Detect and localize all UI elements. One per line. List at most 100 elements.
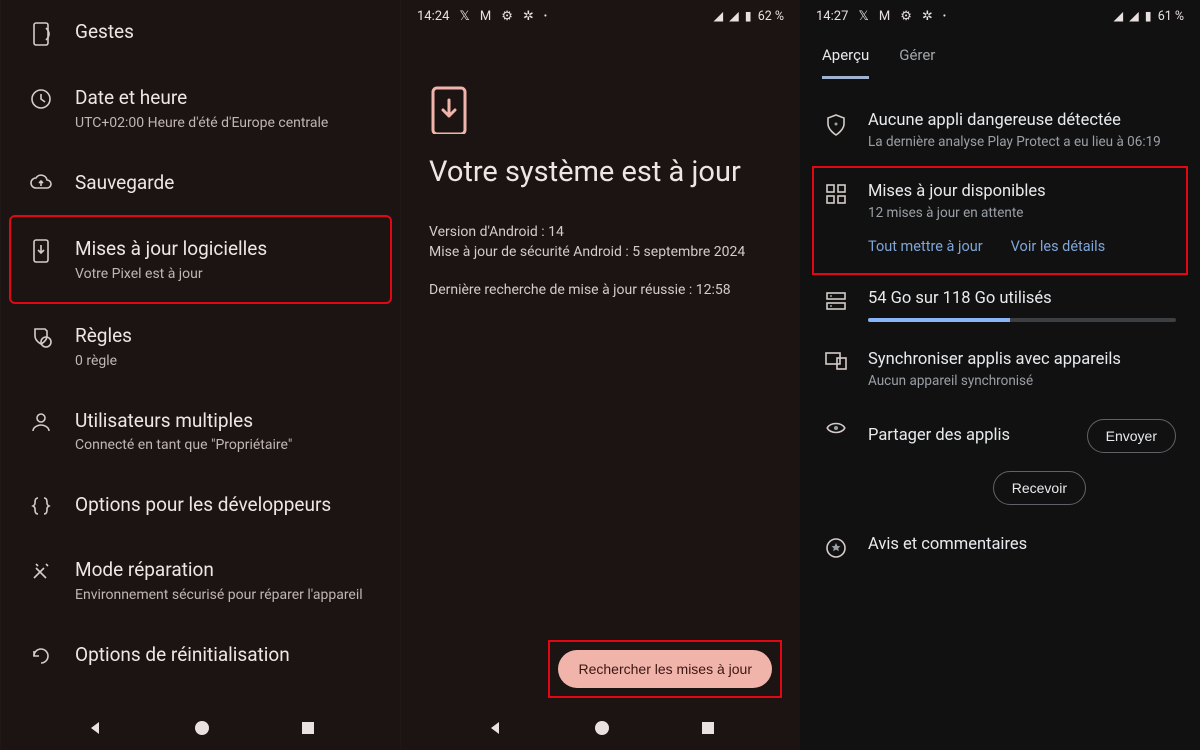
row-title: Aucune appli dangereuse détectée <box>868 111 1176 130</box>
cloud-upload-icon <box>29 173 53 191</box>
battery-icon: ▮ <box>1145 8 1152 24</box>
send-button[interactable]: Envoyer <box>1087 419 1176 453</box>
last-check-line: Dernière recherche de mise à jour réussi… <box>429 280 772 300</box>
status-time: 14:24 <box>417 9 449 24</box>
check-updates-highlight: Rechercher les mises à jour <box>548 640 782 698</box>
row-title: Options de réinitialisation <box>75 643 290 668</box>
play-row-protect[interactable]: Aucune appli dangereuse détectée La dern… <box>814 97 1186 166</box>
settings-row-software-updates[interactable]: Mises à jour logicielles Votre Pixel est… <box>9 215 392 304</box>
play-list: Aucune appli dangereuse détectée La dern… <box>800 79 1200 750</box>
nav-back-icon[interactable] <box>487 720 503 736</box>
star-circle-icon <box>825 537 847 559</box>
signal-icon: ◢ <box>729 8 739 24</box>
status-bar: 14:27 𝕏 M ⚙ ✲ • ◢ ◢ ▮ 61 % <box>800 0 1200 32</box>
row-title: Synchroniser applis avec appareils <box>868 350 1176 369</box>
row-title: Sauvegarde <box>75 171 174 196</box>
settings-icon: ⚙ <box>900 9 912 24</box>
nav-recents-icon[interactable] <box>301 721 315 735</box>
braces-icon <box>30 495 52 517</box>
play-row-reviews[interactable]: Avis et commentaires <box>814 521 1186 573</box>
row-sub: 12 mises à jour en attente <box>868 205 1176 223</box>
row-sub: Aucun appareil synchronisé <box>868 373 1176 391</box>
gmail-icon: M <box>480 9 491 24</box>
settings-icon: ⚙ <box>501 9 513 24</box>
android-version-line: Version d'Android : 14 <box>429 222 772 242</box>
row-title: Utilisateurs multiples <box>75 409 292 434</box>
row-title: Gestes <box>75 20 134 45</box>
rules-icon <box>30 326 52 348</box>
share-icon <box>825 421 847 435</box>
play-row-storage[interactable]: 54 Go sur 118 Go utilisés <box>814 275 1186 336</box>
play-row-share: Partager des applis Envoyer <box>814 405 1186 467</box>
battery-text: 62 % <box>758 9 784 24</box>
row-sub: UTC+02:00 Heure d'été d'Europe centrale <box>75 115 328 131</box>
settings-panel: Gestes Date et heure UTC+02:00 Heure d'é… <box>0 0 400 750</box>
phone-download-icon <box>31 239 51 263</box>
devices-icon <box>825 352 847 370</box>
play-manage-panel: 14:27 𝕏 M ⚙ ✲ • ◢ ◢ ▮ 61 % Aperçu Gérer … <box>800 0 1200 750</box>
play-row-updates[interactable]: Mises à jour disponibles 12 mises à jour… <box>812 166 1188 276</box>
play-row-share-receive: Recevoir <box>814 467 1186 521</box>
row-sub: Environnement sécurisé pour réparer l'ap… <box>75 587 363 603</box>
wifi-icon: ◢ <box>714 8 724 24</box>
nav-home-icon[interactable] <box>594 720 610 736</box>
x-icon: 𝕏 <box>459 9 469 24</box>
more-icon: • <box>943 11 946 22</box>
row-title: Options pour les développeurs <box>75 493 331 518</box>
android-navbar <box>401 706 800 750</box>
tab-manage[interactable]: Gérer <box>899 46 935 79</box>
row-title: Mises à jour disponibles <box>868 182 1176 201</box>
row-title: 54 Go sur 118 Go utilisés <box>868 289 1176 308</box>
settings-row-multiusers[interactable]: Utilisateurs multiples Connecté en tant … <box>11 389 390 474</box>
nav-recents-icon[interactable] <box>701 721 715 735</box>
phone-gesture-icon <box>31 22 51 46</box>
clock-icon <box>30 88 52 110</box>
status-bar: 14:24 𝕏 M ⚙ ✲ • ◢ ◢ ▮ 62 % <box>401 0 800 32</box>
settings-row-repair[interactable]: Mode réparation Environnement sécurisé p… <box>11 538 390 623</box>
shield-icon <box>825 113 847 137</box>
row-title: Règles <box>75 324 132 349</box>
reset-icon <box>30 645 52 667</box>
nav-home-icon[interactable] <box>194 720 210 736</box>
row-title: Partager des applis <box>868 426 1010 445</box>
system-update-panel: 14:24 𝕏 M ⚙ ✲ • ◢ ◢ ▮ 62 % Votre système… <box>400 0 800 750</box>
status-time: 14:27 <box>816 9 848 24</box>
nav-back-icon[interactable] <box>87 720 103 736</box>
signal-icon: ◢ <box>1129 8 1139 24</box>
storage-icon <box>826 291 846 311</box>
receive-button[interactable]: Recevoir <box>993 471 1086 505</box>
x-icon: 𝕏 <box>858 9 868 24</box>
settings-row-backup[interactable]: Sauvegarde <box>11 151 390 216</box>
fan-icon: ✲ <box>523 9 534 24</box>
update-title: Votre système est à jour <box>429 154 772 192</box>
tools-icon <box>30 560 52 582</box>
row-title: Mode réparation <box>75 558 363 583</box>
row-title: Mises à jour logicielles <box>75 237 267 262</box>
row-title: Date et heure <box>75 86 328 111</box>
see-details-link[interactable]: Voir les détails <box>1011 238 1106 255</box>
battery-text: 61 % <box>1158 9 1184 24</box>
fan-icon: ✲ <box>922 9 933 24</box>
row-sub: La dernière analyse Play Protect a eu li… <box>868 134 1176 152</box>
settings-row-reset[interactable]: Options de réinitialisation <box>11 623 390 688</box>
settings-list: Gestes Date et heure UTC+02:00 Heure d'é… <box>1 0 400 706</box>
gmail-icon: M <box>879 9 890 24</box>
settings-row-developer[interactable]: Options pour les développeurs <box>11 473 390 538</box>
security-patch-line: Mise à jour de sécurité Android : 5 sept… <box>429 242 772 262</box>
android-navbar <box>1 706 400 750</box>
storage-fill <box>868 318 1010 322</box>
phone-download-large-icon <box>429 86 469 134</box>
play-row-sync[interactable]: Synchroniser applis avec appareils Aucun… <box>814 336 1186 405</box>
check-updates-button[interactable]: Rechercher les mises à jour <box>558 650 772 688</box>
row-sub: Connecté en tant que "Propriétaire" <box>75 437 292 453</box>
tab-overview[interactable]: Aperçu <box>822 46 869 79</box>
update-all-link[interactable]: Tout mettre à jour <box>868 238 983 255</box>
row-sub: 0 règle <box>75 353 132 369</box>
battery-icon: ▮ <box>745 8 752 24</box>
settings-row-gestures[interactable]: Gestes <box>11 0 390 66</box>
apps-grid-icon <box>826 184 846 204</box>
settings-row-rules[interactable]: Règles 0 règle <box>11 304 390 389</box>
row-sub: Votre Pixel est à jour <box>75 266 267 282</box>
row-title: Avis et commentaires <box>868 535 1176 554</box>
settings-row-datetime[interactable]: Date et heure UTC+02:00 Heure d'été d'Eu… <box>11 66 390 151</box>
